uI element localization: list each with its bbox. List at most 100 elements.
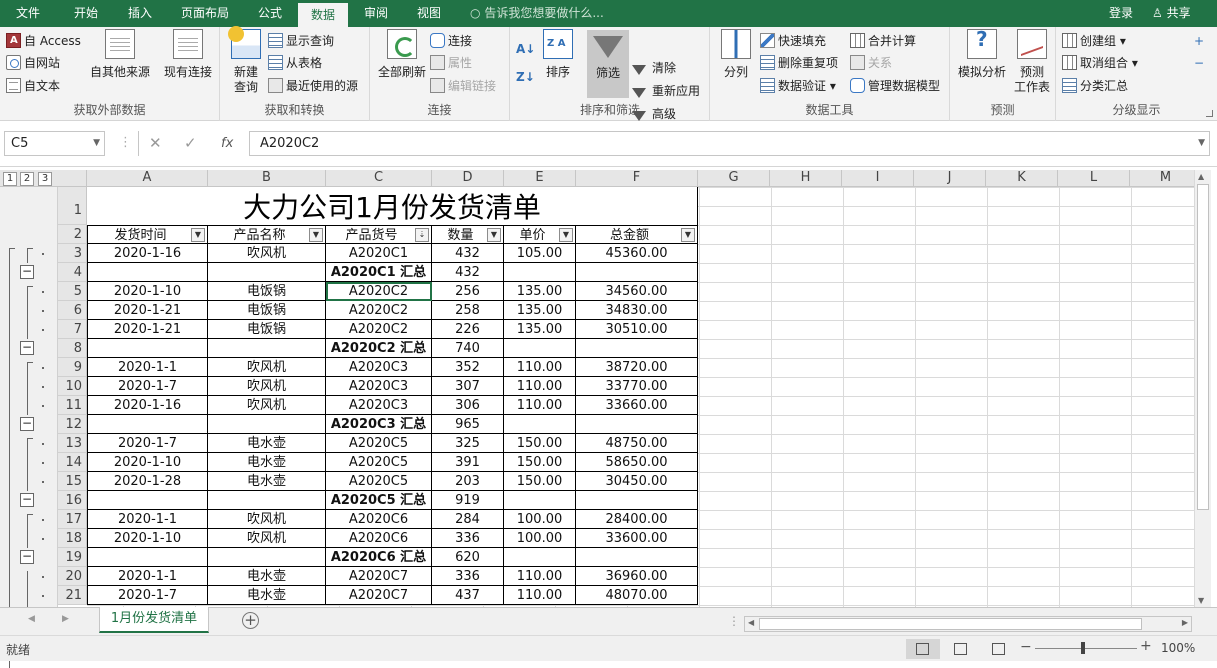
- table-cell[interactable]: 336: [432, 567, 504, 586]
- sheet-title-cell[interactable]: 大力公司1月份发货清单: [87, 187, 698, 225]
- table-cell[interactable]: 电水壶: [208, 453, 326, 472]
- show-queries-button[interactable]: 显示查询: [268, 31, 334, 51]
- chevron-down-icon[interactable]: ▼: [93, 132, 100, 155]
- normal-view-button[interactable]: [906, 639, 940, 659]
- table-cell[interactable]: 2020-1-21: [87, 301, 208, 320]
- formula-input[interactable]: A2020C2 ▼: [249, 131, 1210, 156]
- sort-button[interactable]: 排序: [540, 29, 576, 80]
- zoom-slider-thumb[interactable]: [1081, 642, 1085, 654]
- relationships-button[interactable]: 关系: [850, 53, 892, 73]
- subtotal-cell[interactable]: [208, 263, 326, 282]
- filter-applied-icon[interactable]: ⇣: [415, 228, 429, 242]
- table-cell[interactable]: A2020C7: [326, 567, 432, 586]
- row-header[interactable]: 21: [58, 586, 87, 605]
- table-cell[interactable]: 226: [432, 320, 504, 339]
- subtotal-cell[interactable]: A2020C2 汇总: [326, 339, 432, 358]
- name-box[interactable]: C5 ▼: [4, 131, 105, 156]
- row-header[interactable]: 12: [58, 415, 87, 434]
- tab-file[interactable]: 文件: [0, 0, 56, 27]
- row-header[interactable]: 6: [58, 301, 87, 320]
- next-sheet-icon[interactable]: ▶: [62, 614, 69, 624]
- collapse-group-button[interactable]: −: [20, 550, 34, 564]
- subtotal-cell[interactable]: [576, 491, 698, 510]
- scroll-down-icon[interactable]: ▼: [1198, 596, 1204, 605]
- from-text-button[interactable]: 自文本: [6, 76, 60, 96]
- table-cell[interactable]: 2020-1-16: [87, 244, 208, 263]
- add-sheet-icon[interactable]: +: [242, 612, 259, 629]
- row-header[interactable]: 13: [58, 434, 87, 453]
- table-cell[interactable]: A2020C5: [326, 453, 432, 472]
- subtotal-cell[interactable]: [504, 339, 576, 358]
- table-cell[interactable]: 38720.00: [576, 358, 698, 377]
- connections-button[interactable]: 连接: [430, 31, 472, 51]
- table-cell[interactable]: 吹风机: [208, 396, 326, 415]
- table-cell[interactable]: 58650.00: [576, 453, 698, 472]
- from-access-button[interactable]: 自 Access: [6, 31, 81, 51]
- table-cell[interactable]: 2020-1-10: [87, 282, 208, 301]
- outline-level-2-button[interactable]: 2: [20, 172, 34, 186]
- share-button[interactable]: ♙ 共享: [1152, 0, 1191, 27]
- column-header[interactable]: D: [432, 170, 504, 187]
- subtotal-cell[interactable]: [576, 339, 698, 358]
- subtotal-cell[interactable]: [208, 491, 326, 510]
- collapse-group-button[interactable]: −: [20, 265, 34, 279]
- table-cell[interactable]: 吹风机: [208, 510, 326, 529]
- table-cell[interactable]: 2020-1-7: [87, 377, 208, 396]
- table-cell[interactable]: 吹风机: [208, 377, 326, 396]
- row-header[interactable]: 16: [58, 491, 87, 510]
- subtotal-cell[interactable]: [208, 339, 326, 358]
- subtotal-cell[interactable]: [208, 415, 326, 434]
- prev-sheet-icon[interactable]: ◀: [28, 614, 35, 624]
- table-cell[interactable]: 28400.00: [576, 510, 698, 529]
- table-cell[interactable]: 256: [432, 282, 504, 301]
- subtotal-cell[interactable]: [504, 415, 576, 434]
- table-cell[interactable]: 150.00: [504, 472, 576, 491]
- subtotal-cell[interactable]: 919: [432, 491, 504, 510]
- row-header[interactable]: 20: [58, 567, 87, 586]
- page-break-view-button[interactable]: [982, 639, 1016, 659]
- table-header-cell[interactable]: 产品货号 ⇣: [326, 225, 432, 244]
- column-header[interactable]: F: [576, 170, 698, 187]
- table-cell[interactable]: 258: [432, 301, 504, 320]
- tab-review[interactable]: 审阅: [350, 0, 402, 27]
- tab-insert[interactable]: 插入: [114, 0, 166, 27]
- subtotal-cell[interactable]: [576, 415, 698, 434]
- filter-button[interactable]: 筛选: [587, 30, 629, 98]
- from-table-button[interactable]: 从表格: [268, 53, 322, 73]
- text-to-columns-button[interactable]: 分列: [716, 29, 756, 80]
- zoom-out-icon[interactable]: −: [1020, 639, 1032, 655]
- table-cell[interactable]: 33600.00: [576, 529, 698, 548]
- table-header-cell[interactable]: 产品名称 ▼: [208, 225, 326, 244]
- table-cell[interactable]: 135.00: [504, 301, 576, 320]
- table-cell[interactable]: A2020C3: [326, 396, 432, 415]
- flash-fill-button[interactable]: 快速填充: [760, 31, 826, 51]
- subtotal-cell[interactable]: [504, 263, 576, 282]
- from-web-button[interactable]: 自网站: [6, 53, 60, 73]
- table-cell[interactable]: 30510.00: [576, 320, 698, 339]
- table-cell[interactable]: 110.00: [504, 586, 576, 605]
- table-cell[interactable]: A2020C7: [326, 586, 432, 605]
- table-cell[interactable]: 336: [432, 529, 504, 548]
- row-header[interactable]: 17: [58, 510, 87, 529]
- sheet-tab-active[interactable]: 1月份发货清单: [99, 607, 209, 633]
- table-cell[interactable]: 电饭锅: [208, 301, 326, 320]
- consolidate-button[interactable]: 合并计算: [850, 31, 916, 51]
- page-layout-view-button[interactable]: [944, 639, 978, 659]
- horizontal-scroll-thumb[interactable]: [759, 618, 1142, 630]
- table-cell[interactable]: 284: [432, 510, 504, 529]
- table-cell[interactable]: A2020C5: [326, 434, 432, 453]
- remove-duplicates-button[interactable]: 删除重复项: [760, 53, 838, 73]
- subtotal-cell[interactable]: [87, 415, 208, 434]
- row-header[interactable]: 8: [58, 339, 87, 358]
- table-header-cell[interactable]: 总金额 ▼: [576, 225, 698, 244]
- subtotal-cell[interactable]: A2020C3 汇总: [326, 415, 432, 434]
- ungroup-button[interactable]: 取消组合 ▾: [1062, 53, 1138, 73]
- filter-dropdown-icon[interactable]: ▼: [487, 228, 501, 242]
- table-cell[interactable]: 2020-1-1: [87, 510, 208, 529]
- row-header[interactable]: 15: [58, 472, 87, 491]
- tell-me-box[interactable]: ○ 告诉我您想要做什么...: [470, 0, 604, 27]
- subtotal-cell[interactable]: 620: [432, 548, 504, 567]
- table-cell[interactable]: 48750.00: [576, 434, 698, 453]
- tab-view[interactable]: 视图: [404, 0, 454, 27]
- table-header-cell[interactable]: 发货时间 ▼: [87, 225, 208, 244]
